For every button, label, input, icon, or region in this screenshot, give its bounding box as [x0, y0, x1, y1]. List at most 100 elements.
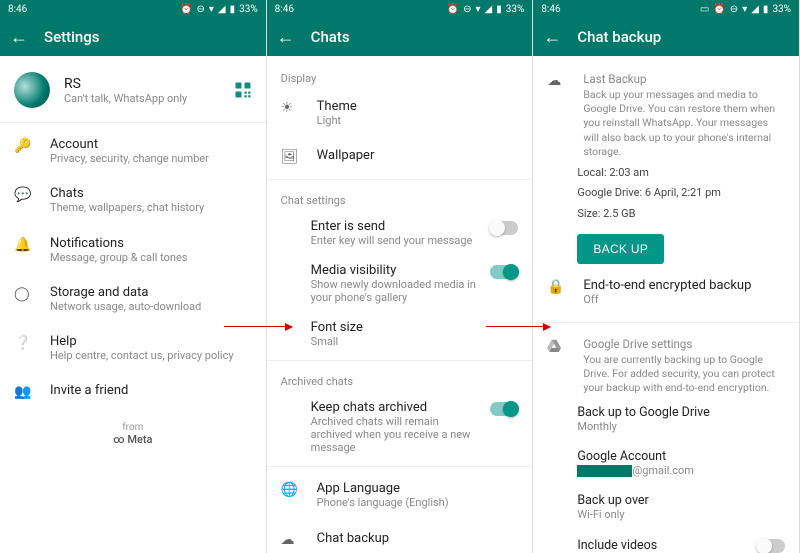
settings-item-notifications[interactable]: 🔔 Notifications Message, group & call to…	[0, 226, 266, 275]
item-sub: Network usage, auto-download	[50, 300, 252, 314]
chat-icon: 💬	[14, 187, 32, 203]
settings-item-invite[interactable]: 👥 Invite a friend	[0, 373, 266, 410]
item-sub: Privacy, security, change number	[50, 152, 252, 166]
statusbar-right: ⏰ ⊖ ▾ ◢ ▮ 33%	[447, 4, 525, 15]
back-icon[interactable]: ←	[10, 27, 28, 48]
screen-settings: 8:46 ⏰ ⊖ ▾ ◢ ▮ 33% ← Settings RS Can't t…	[0, 0, 267, 553]
header-title: Chat backup	[577, 28, 661, 46]
wifi-icon: ▾	[742, 4, 747, 15]
chats-item-chat-backup[interactable]: ☁ Chat backup	[267, 521, 533, 553]
divider	[533, 322, 799, 323]
item-sub: Small	[311, 335, 519, 348]
statusbar-right: ▭ ⏰ ⊖ ▾ ◢ ▮ 33%	[700, 4, 791, 15]
settings-item-storage[interactable]: ◯ Storage and data Network usage, auto-d…	[0, 275, 266, 324]
item-title: Storage and data	[50, 285, 252, 300]
backup-item-backup-to-gdrive[interactable]: Back up to Google Drive Monthly	[533, 397, 799, 441]
item-sub: Archived chats will remain archived when…	[311, 415, 481, 454]
header: ← Chat backup	[533, 18, 799, 56]
gdrive-settings-section: Google Drive settings You are currently …	[533, 327, 799, 398]
signal-icon: ◢	[751, 4, 759, 15]
item-title: Chat backup	[317, 531, 519, 546]
wifi-icon: ▾	[209, 4, 214, 15]
gmail-suffix: @gmail.com	[632, 464, 694, 477]
chats-item-media-visibility[interactable]: Media visibility Show newly downloaded m…	[267, 255, 533, 312]
item-sub: Wi-Fi only	[577, 508, 785, 521]
item-sub: Show newly downloaded media in your phon…	[311, 278, 481, 304]
data-icon: ◯	[14, 286, 32, 302]
statusbar: 8:46 ▭ ⏰ ⊖ ▾ ◢ ▮ 33%	[533, 0, 799, 18]
statusbar-time: 8:46	[541, 4, 560, 15]
step-arrow-1	[224, 326, 292, 327]
item-title: Chats	[50, 186, 252, 201]
toggle-include-videos[interactable]	[757, 539, 785, 553]
toggle-enter-send[interactable]	[490, 221, 518, 235]
google-account-value: @gmail.com	[577, 464, 785, 477]
dnd-icon: ⊖	[196, 4, 204, 15]
item-title: Back up to Google Drive	[577, 405, 785, 420]
back-icon[interactable]: ←	[277, 27, 295, 48]
chats-item-app-language[interactable]: 🌐 App Language Phone's language (English…	[267, 471, 533, 520]
help-icon: ❔	[14, 335, 32, 351]
backup-item-include-videos[interactable]: Include videos	[533, 529, 799, 553]
backup-button[interactable]: BACK UP	[577, 234, 664, 264]
item-title: Enter is send	[311, 219, 481, 234]
backup-item-e2e[interactable]: 🔒 End-to-end encrypted backup Off	[533, 268, 799, 317]
meta-logo-icon: ∞	[113, 433, 127, 446]
backup-size: Size: 2.5 GB	[533, 206, 799, 227]
redacted-block	[577, 465, 632, 477]
key-icon: 🔑	[14, 138, 32, 154]
last-backup-label: Last Backup	[583, 72, 785, 86]
settings-item-chats[interactable]: 💬 Chats Theme, wallpapers, chat history	[0, 176, 266, 225]
back-icon[interactable]: ←	[543, 27, 561, 48]
screen-chats: 8:46 ⏰ ⊖ ▾ ◢ ▮ 33% ← Chats Display ☀ The…	[267, 0, 534, 553]
backup-item-backup-over[interactable]: Back up over Wi-Fi only	[533, 485, 799, 529]
backup-item-google-account[interactable]: Google Account @gmail.com	[533, 441, 799, 485]
header: ← Settings	[0, 18, 266, 56]
chats-item-theme[interactable]: ☀ Theme Light	[267, 89, 533, 138]
divider	[267, 466, 533, 467]
item-title: Include videos	[577, 538, 747, 553]
statusbar-right: ⏰ ⊖ ▾ ◢ ▮ 33%	[180, 4, 258, 15]
item-sub: Light	[317, 114, 519, 128]
profile-status: Can't talk, WhatsApp only	[64, 92, 220, 105]
item-sub: Enter key will send your message	[311, 234, 481, 247]
statusbar-time: 8:46	[275, 4, 294, 15]
statusbar-time: 8:46	[8, 4, 27, 15]
cloud-upload-icon: ☁	[547, 73, 565, 89]
gdrive-settings-label: Google Drive settings	[583, 337, 785, 351]
section-archived: Archived chats	[267, 365, 533, 392]
avatar	[14, 72, 50, 108]
chats-item-font-size[interactable]: Font size Small	[267, 312, 533, 356]
alarm-icon: ⏰	[713, 4, 725, 15]
chats-item-enter-send[interactable]: Enter is send Enter key will send your m…	[267, 211, 533, 255]
alarm-icon: ⏰	[180, 4, 192, 15]
qr-icon[interactable]	[234, 81, 252, 99]
item-title: Font size	[311, 320, 519, 335]
bell-icon: 🔔	[14, 237, 32, 253]
toggle-keep-archived[interactable]	[490, 402, 518, 416]
divider	[267, 360, 533, 361]
item-title: Google Account	[577, 449, 785, 464]
item-sub: Theme, wallpapers, chat history	[50, 201, 252, 215]
people-icon: 👥	[14, 384, 32, 400]
last-backup-desc: Back up your messages and media to Googl…	[583, 88, 785, 159]
item-title: Keep chats archived	[311, 400, 481, 415]
wifi-icon: ▾	[476, 4, 481, 15]
item-sub: Help centre, contact us, privacy policy	[50, 349, 252, 363]
profile-name: RS	[64, 76, 220, 92]
wallpaper-icon: 🖼	[281, 149, 299, 165]
item-title: Notifications	[50, 236, 252, 251]
profile-row[interactable]: RS Can't talk, WhatsApp only	[0, 62, 266, 118]
settings-item-help[interactable]: ❔ Help Help centre, contact us, privacy …	[0, 324, 266, 373]
last-backup-section: ☁ Last Backup Back up your messages and …	[533, 62, 799, 161]
dnd-icon: ⊖	[730, 4, 738, 15]
chats-item-keep-archived[interactable]: Keep chats archived Archived chats will …	[267, 392, 533, 462]
from-meta: from ∞ Meta	[0, 410, 266, 450]
settings-item-account[interactable]: 🔑 Account Privacy, security, change numb…	[0, 127, 266, 176]
battery-icon: ▮	[763, 4, 769, 15]
toggle-media-visibility[interactable]	[490, 265, 518, 279]
cloud-upload-icon: ☁	[281, 532, 299, 548]
item-sub: Off	[583, 293, 785, 307]
chats-item-wallpaper[interactable]: 🖼 Wallpaper	[267, 138, 533, 175]
screen-chat-backup: 8:46 ▭ ⏰ ⊖ ▾ ◢ ▮ 33% ← Chat backup ☁ Las…	[533, 0, 800, 553]
